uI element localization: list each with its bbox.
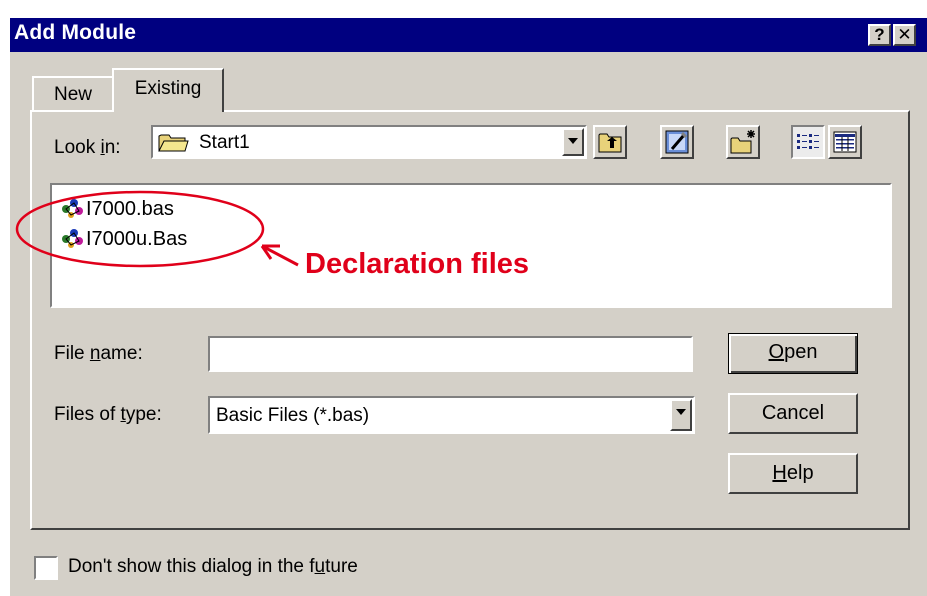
tab-existing[interactable]: Existing — [112, 68, 224, 112]
annotation-arrow-icon — [260, 244, 299, 267]
annotation-label: Declaration files — [305, 248, 530, 280]
tab-existing-label: Existing — [134, 78, 202, 99]
annotation-ellipse — [15, 190, 265, 268]
